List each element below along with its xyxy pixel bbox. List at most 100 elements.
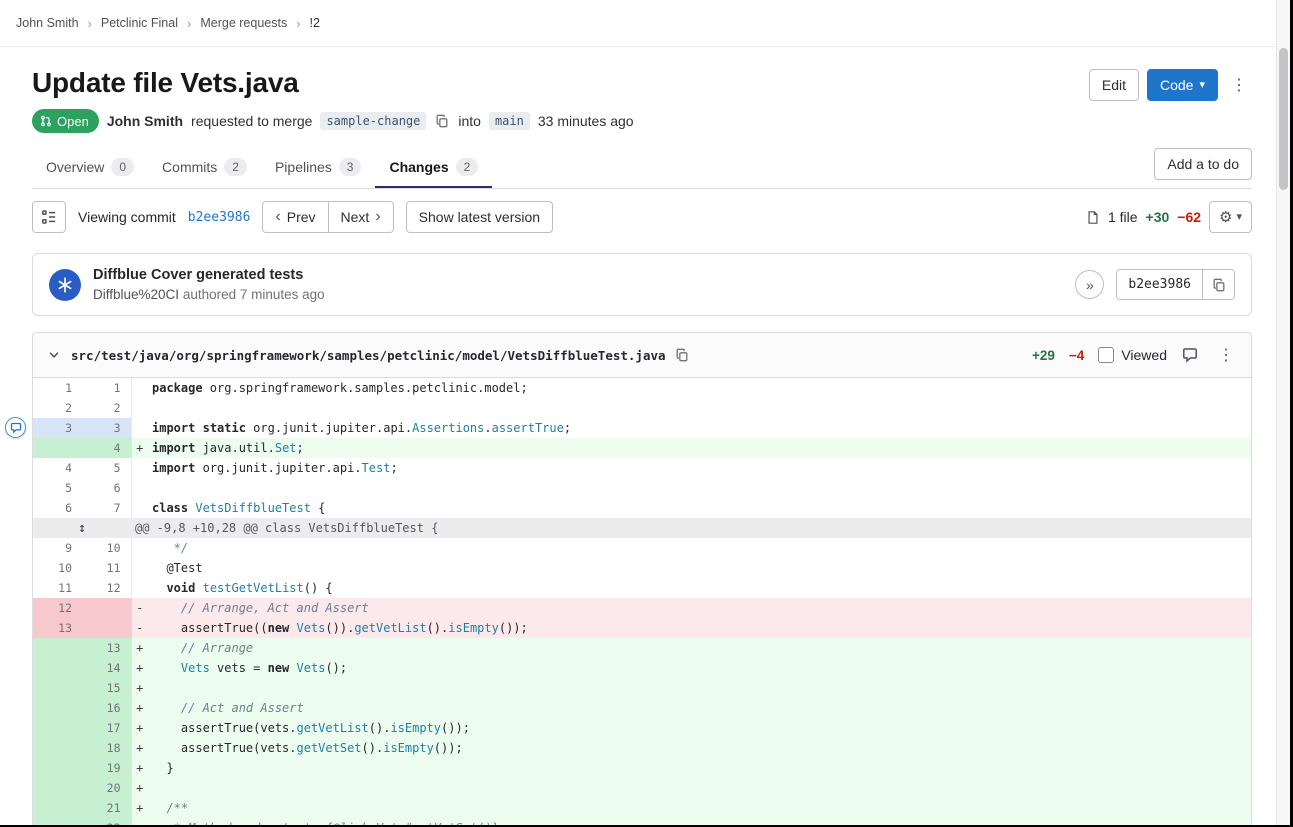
copy-file-path-button[interactable] (674, 348, 690, 362)
old-line-number[interactable] (33, 798, 82, 818)
old-line-number[interactable]: 13 (33, 618, 82, 638)
comment-indicator-icon[interactable] (5, 417, 26, 438)
code-token: org.junit.jupiter.api. (195, 461, 361, 475)
file-comment-button[interactable] (1181, 347, 1199, 363)
show-latest-version-button[interactable]: Show latest version (406, 201, 553, 233)
merge-request-icon (40, 115, 52, 127)
new-line-number[interactable]: 17 (82, 718, 131, 738)
comment-bubble-icon (10, 422, 22, 434)
old-line-number[interactable]: 11 (33, 578, 82, 598)
code-line: // Arrange (148, 638, 1251, 658)
vertical-scrollbar[interactable] (1276, 0, 1290, 825)
diff-line-row: 13- assertTrue((new Vets()).getVetList()… (33, 618, 1251, 638)
old-line-number[interactable] (33, 818, 82, 825)
tab-overview[interactable]: Overview 0 (32, 145, 148, 188)
new-line-number[interactable]: 14 (82, 658, 131, 678)
new-line-number[interactable]: 2 (82, 398, 131, 418)
code-token: ; (297, 441, 304, 455)
commit-sha[interactable]: b2ee3986 (1117, 270, 1202, 299)
expand-commit-button[interactable]: » (1075, 270, 1104, 299)
old-line-number[interactable] (33, 758, 82, 778)
file-options-button[interactable]: ⋮ (1213, 343, 1239, 367)
new-line-number[interactable]: 11 (82, 558, 131, 578)
new-line-number[interactable]: 1 (82, 378, 131, 398)
snowflake-logo-icon (56, 276, 74, 294)
breadcrumb-item-current[interactable]: !2 (310, 16, 320, 30)
new-line-number[interactable]: 15 (82, 678, 131, 698)
new-line-number[interactable]: 18 (82, 738, 131, 758)
diff-file-path[interactable]: src/test/java/org/springframework/sample… (71, 348, 666, 363)
breadcrumb-item[interactable]: Petclinic Final (101, 16, 178, 30)
target-branch-ref[interactable]: main (489, 112, 530, 130)
diff-settings-button[interactable]: ⚙ ▾ (1209, 201, 1252, 233)
code-token: (). (362, 741, 384, 755)
new-line-number[interactable]: 3 (82, 418, 131, 438)
old-line-number[interactable] (33, 678, 82, 698)
diff-file-card: src/test/java/org/springframework/sample… (32, 332, 1252, 825)
code-token (195, 581, 202, 595)
old-line-number[interactable]: 5 (33, 478, 82, 498)
breadcrumb-item[interactable]: Merge requests (200, 16, 287, 30)
old-line-number[interactable]: 3 (33, 418, 82, 438)
new-line-number[interactable]: 20 (82, 778, 131, 798)
new-line-number[interactable]: 7 (82, 498, 131, 518)
diff-marker (131, 538, 148, 558)
edit-button[interactable]: Edit (1089, 69, 1139, 101)
old-line-number[interactable]: 10 (33, 558, 82, 578)
add-todo-button[interactable]: Add a to do (1154, 148, 1252, 180)
commit-title[interactable]: Diffblue Cover generated tests (93, 267, 1063, 283)
new-line-number[interactable]: 19 (82, 758, 131, 778)
source-branch-ref[interactable]: sample-change (320, 112, 426, 130)
breadcrumb-item[interactable]: John Smith (16, 16, 79, 30)
copy-branch-button[interactable] (434, 114, 450, 128)
old-line-number[interactable] (33, 658, 82, 678)
new-line-number[interactable] (82, 618, 131, 638)
new-line-number[interactable]: 10 (82, 538, 131, 558)
mr-author[interactable]: John Smith (107, 113, 183, 129)
new-line-number[interactable]: 4 (82, 438, 131, 458)
new-line-number[interactable]: 22 (82, 818, 131, 825)
old-line-number[interactable] (33, 638, 82, 658)
old-line-number[interactable] (33, 698, 82, 718)
new-line-number[interactable] (82, 598, 131, 618)
prev-commit-button[interactable]: ‹ Prev (262, 201, 328, 233)
code-token: assertTrue (492, 421, 564, 435)
old-line-number[interactable] (33, 778, 82, 798)
new-line-number[interactable]: 6 (82, 478, 131, 498)
next-commit-button[interactable]: Next › (328, 201, 394, 233)
new-line-number[interactable]: 21 (82, 798, 131, 818)
diff-table: 11package org.springframework.samples.pe… (33, 378, 1251, 825)
new-line-number[interactable]: 13 (82, 638, 131, 658)
file-browser-toggle-button[interactable] (32, 201, 66, 233)
copy-sha-button[interactable] (1202, 270, 1234, 299)
viewed-checkbox[interactable] (1098, 347, 1114, 363)
new-line-number[interactable]: 12 (82, 578, 131, 598)
tab-changes[interactable]: Changes 2 (375, 145, 492, 188)
code-token: ()); (434, 741, 463, 755)
diff-marker (131, 558, 148, 578)
tab-commits[interactable]: Commits 2 (148, 145, 261, 188)
old-line-number[interactable] (33, 718, 82, 738)
old-line-number[interactable]: 1 (33, 378, 82, 398)
code-token: } (152, 761, 174, 775)
old-line-number[interactable]: 6 (33, 498, 82, 518)
tab-pipelines[interactable]: Pipelines 3 (261, 145, 376, 188)
expand-lines-button[interactable]: ↕ (33, 518, 131, 538)
diff-line-row: 1112 void testGetVetList() { (33, 578, 1251, 598)
scrollbar-thumb[interactable] (1279, 48, 1288, 190)
old-line-number[interactable]: 4 (33, 458, 82, 478)
commit-author[interactable]: Diffblue%20CI (93, 287, 179, 302)
old-line-number[interactable]: 12 (33, 598, 82, 618)
old-line-number[interactable] (33, 738, 82, 758)
diff-line-row: 910 */ (33, 538, 1251, 558)
total-additions: +30 (1146, 209, 1170, 225)
old-line-number[interactable]: 9 (33, 538, 82, 558)
more-actions-button[interactable]: ⋮ (1226, 69, 1252, 101)
viewing-commit-sha-link[interactable]: b2ee3986 (188, 210, 251, 225)
collapse-file-button[interactable] (45, 348, 63, 362)
new-line-number[interactable]: 16 (82, 698, 131, 718)
old-line-number[interactable]: 2 (33, 398, 82, 418)
new-line-number[interactable]: 5 (82, 458, 131, 478)
code-dropdown-button[interactable]: Code ▾ (1147, 69, 1218, 101)
old-line-number[interactable] (33, 438, 82, 458)
